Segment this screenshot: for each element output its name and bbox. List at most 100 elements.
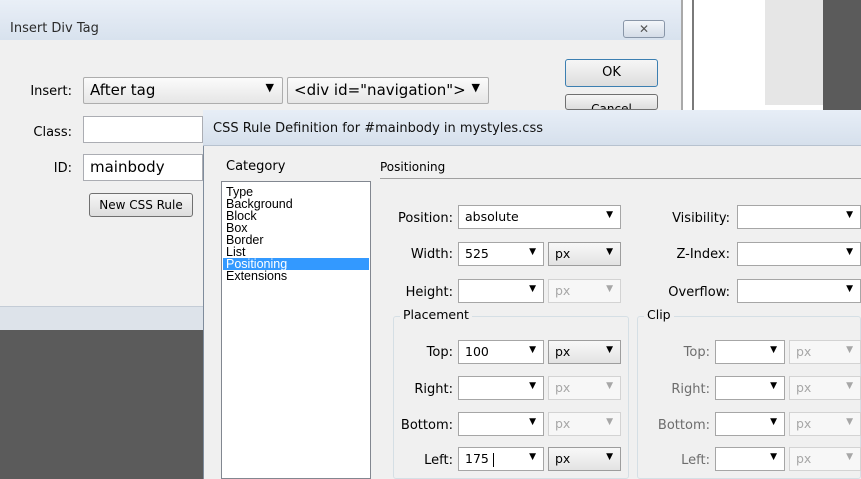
width-select[interactable]: 525 ▼ (458, 242, 544, 266)
dropdown-arrow-icon: ▼ (606, 417, 613, 427)
placement-left-value: 175 (465, 451, 489, 466)
dropdown-arrow-icon: ▼ (606, 345, 613, 355)
dropdown-arrow-icon: ▼ (606, 210, 613, 220)
id-label: ID: (53, 161, 72, 176)
css-dialog-title: CSS Rule Definition for #mainbody in mys… (213, 121, 544, 136)
clip-left-unit-select[interactable]: px ▼ (789, 447, 861, 471)
category-item-extensions[interactable]: Extensions (226, 270, 287, 283)
placement-right-label: Right: (414, 382, 453, 397)
placement-right-unit-select[interactable]: px ▼ (548, 376, 621, 400)
visibility-label: Visibility: (672, 211, 730, 226)
dropdown-arrow-icon: ▼ (846, 210, 853, 220)
clip-top-unit-value: px (796, 344, 812, 359)
dropdown-arrow-icon: ▼ (529, 345, 536, 355)
dropdown-arrow-icon: ▼ (846, 247, 853, 257)
insert-dialog-title: Insert Div Tag (10, 21, 99, 36)
clip-right-unit-value: px (796, 380, 812, 395)
new-css-rule-button[interactable]: New CSS Rule (89, 193, 193, 217)
placement-top-unit-value: px (555, 344, 571, 359)
height-unit-value: px (555, 283, 571, 298)
close-button[interactable]: ✕ (623, 20, 665, 38)
category-list[interactable]: Type Background Block Box Border List Po… (221, 181, 371, 479)
insert-position-value: After tag (90, 81, 156, 99)
category-header: Category (226, 159, 286, 174)
background-panel (765, 0, 823, 105)
clip-left-label: Left: (681, 453, 710, 468)
insert-label: Insert: (30, 84, 72, 99)
width-unit-select[interactable]: px ▼ (548, 242, 621, 266)
ok-button[interactable]: OK (565, 59, 658, 87)
close-icon: ✕ (638, 22, 650, 36)
clip-right-unit-select[interactable]: px ▼ (789, 376, 861, 400)
placement-bottom-select[interactable]: ▼ (458, 412, 544, 436)
clip-top-select[interactable]: ▼ (715, 340, 785, 364)
tag-select[interactable]: <div id="navigation"> ▼ (287, 77, 489, 104)
dropdown-arrow-icon: ▼ (770, 417, 777, 427)
visibility-select[interactable]: ▼ (737, 205, 861, 229)
id-field[interactable]: mainbody (83, 154, 203, 181)
position-value: absolute (465, 209, 519, 224)
placement-top-label: Top: (426, 345, 453, 360)
clip-right-select[interactable]: ▼ (715, 376, 785, 400)
dropdown-arrow-icon: ▼ (471, 81, 480, 94)
dropdown-arrow-icon: ▼ (529, 381, 536, 391)
dropdown-arrow-icon: ▼ (846, 417, 853, 427)
section-header: Positioning (380, 160, 446, 174)
placement-bottom-unit-select[interactable]: px ▼ (548, 412, 621, 436)
height-label: Height: (405, 285, 453, 300)
background-divider (692, 0, 694, 110)
placement-right-select[interactable]: ▼ (458, 376, 544, 400)
z-index-label: Z-Index: (676, 247, 730, 262)
dropdown-arrow-icon: ▼ (265, 81, 274, 94)
placement-top-value: 100 (465, 344, 489, 359)
dropdown-arrow-icon: ▼ (606, 284, 613, 294)
clip-left-unit-value: px (796, 451, 812, 466)
cancel-label: Cancel (591, 102, 632, 110)
clip-bottom-select[interactable]: ▼ (715, 412, 785, 436)
cancel-button[interactable]: Cancel (565, 94, 658, 110)
height-select[interactable]: ▼ (458, 279, 544, 303)
placement-left-select[interactable]: 175 ▼ (458, 447, 544, 471)
section-divider (380, 178, 861, 179)
placement-bottom-label: Bottom: (400, 418, 453, 433)
insert-dialog-titlebar (0, 0, 681, 40)
clip-bottom-unit-value: px (796, 416, 812, 431)
dropdown-arrow-icon: ▼ (606, 452, 613, 462)
dropdown-arrow-icon: ▼ (846, 284, 853, 294)
placement-right-unit-value: px (555, 380, 571, 395)
dropdown-arrow-icon: ▼ (529, 284, 536, 294)
dropdown-arrow-icon: ▼ (846, 452, 853, 462)
dropdown-arrow-icon: ▼ (846, 381, 853, 391)
background-divider (681, 0, 683, 110)
tag-value: <div id="navigation"> (294, 81, 466, 99)
dropdown-arrow-icon: ▼ (846, 345, 853, 355)
dropdown-arrow-icon: ▼ (529, 452, 536, 462)
position-label: Position: (398, 211, 453, 226)
dropdown-arrow-icon: ▼ (770, 452, 777, 462)
text-caret (493, 453, 494, 467)
clip-legend: Clip (644, 307, 674, 322)
dropdown-arrow-icon: ▼ (529, 247, 536, 257)
height-unit-select[interactable]: px ▼ (548, 279, 621, 303)
class-field[interactable] (83, 116, 203, 143)
clip-bottom-label: Bottom: (657, 418, 710, 433)
placement-top-unit-select[interactable]: px ▼ (548, 340, 621, 364)
overflow-select[interactable]: ▼ (737, 279, 861, 303)
clip-bottom-unit-select[interactable]: px ▼ (789, 412, 861, 436)
overflow-label: Overflow: (668, 285, 730, 300)
dropdown-arrow-icon: ▼ (606, 247, 613, 257)
position-select[interactable]: absolute ▼ (458, 205, 621, 229)
placement-bottom-unit-value: px (555, 416, 571, 431)
placement-left-unit-value: px (555, 451, 571, 466)
dropdown-arrow-icon: ▼ (770, 381, 777, 391)
insert-position-select[interactable]: After tag ▼ (83, 77, 283, 104)
clip-top-unit-select[interactable]: px ▼ (789, 340, 861, 364)
placement-top-select[interactable]: 100 ▼ (458, 340, 544, 364)
dropdown-arrow-icon: ▼ (529, 417, 536, 427)
placement-left-label: Left: (424, 453, 453, 468)
clip-top-label: Top: (683, 345, 710, 360)
clip-left-select[interactable]: ▼ (715, 447, 785, 471)
z-index-select[interactable]: ▼ (737, 242, 861, 266)
placement-left-unit-select[interactable]: px ▼ (548, 447, 621, 471)
width-unit-value: px (555, 246, 571, 261)
